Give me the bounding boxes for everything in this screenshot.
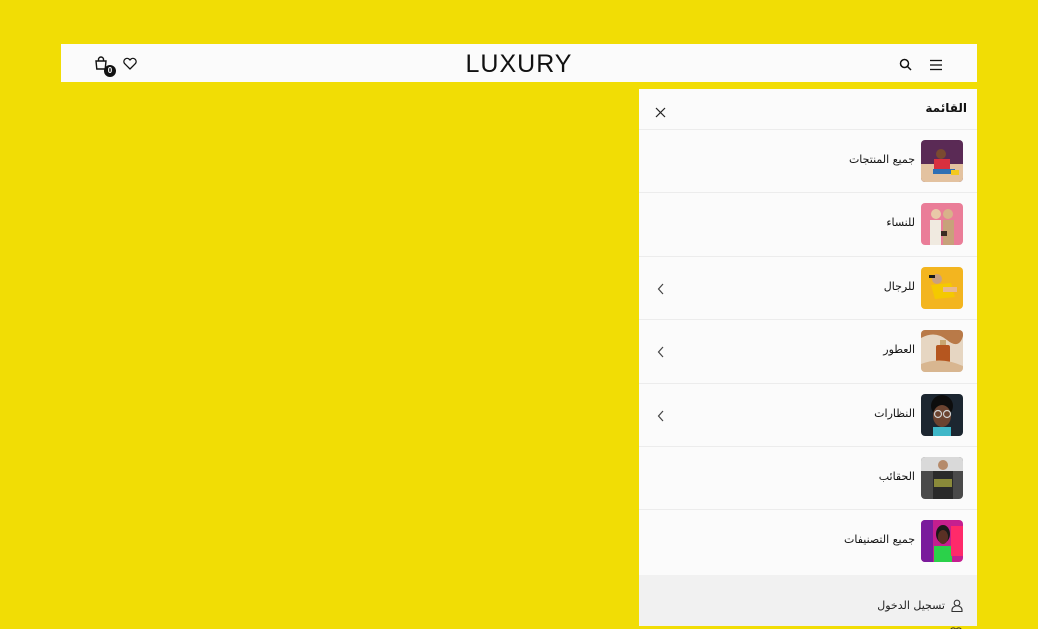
thumb-men — [921, 266, 963, 309]
thumb-women — [921, 203, 963, 246]
thumb-all-categories — [921, 520, 963, 563]
chevron-left-icon[interactable] — [657, 410, 665, 422]
menu-item-perfumes[interactable]: العطور — [639, 320, 977, 384]
login-label: تسجيل الدخول — [877, 598, 945, 612]
menu-item-men[interactable]: للرجال — [639, 257, 977, 321]
drawer-footer: تسجيل الدخول — [639, 575, 977, 629]
chevron-left-icon[interactable] — [657, 346, 665, 358]
menu-button[interactable] — [929, 56, 945, 71]
menu-item-label: النظارات — [874, 406, 915, 420]
thumb-perfumes — [921, 330, 963, 373]
heart-icon[interactable] — [950, 623, 962, 629]
menu-item-all-products[interactable]: جميع المنتجات — [639, 130, 977, 194]
menu-item-label: للرجال — [883, 279, 915, 293]
thumb-bags — [921, 456, 963, 499]
thumb-all-products — [921, 140, 963, 182]
menu-item-label: جميع المنتجات — [848, 153, 915, 166]
close-button[interactable] — [655, 103, 667, 118]
user-icon — [951, 599, 963, 612]
chevron-left-icon[interactable] — [657, 283, 665, 295]
menu-item-label: جميع التصنيفات — [843, 533, 915, 547]
login-link[interactable]: تسجيل الدخول — [877, 597, 963, 613]
menu-item-women[interactable]: للنساء — [639, 193, 977, 257]
close-icon — [655, 107, 666, 118]
search-button[interactable] — [899, 56, 913, 71]
menu-item-label: العطور — [883, 343, 915, 357]
menu-drawer: القائمة جميع المنتجات للنساء للرجال العط… — [639, 89, 977, 629]
thumb-glasses — [921, 393, 963, 436]
top-header: 0 LUXURY — [61, 44, 977, 82]
menu-item-bags[interactable]: الحقائب — [639, 447, 977, 511]
drawer-header: القائمة — [639, 89, 977, 130]
site-logo[interactable]: LUXURY — [61, 50, 977, 79]
menu-item-glasses[interactable]: النظارات — [639, 384, 977, 447]
search-icon — [899, 58, 912, 71]
menu-item-label: للنساء — [886, 216, 915, 230]
hamburger-icon — [930, 59, 942, 71]
menu-item-label: الحقائب — [878, 469, 915, 483]
category-list: جميع المنتجات للنساء للرجال العطور النظا… — [639, 130, 977, 574]
drawer-title: القائمة — [925, 101, 967, 115]
menu-item-all-categories[interactable]: جميع التصنيفات — [639, 510, 977, 573]
